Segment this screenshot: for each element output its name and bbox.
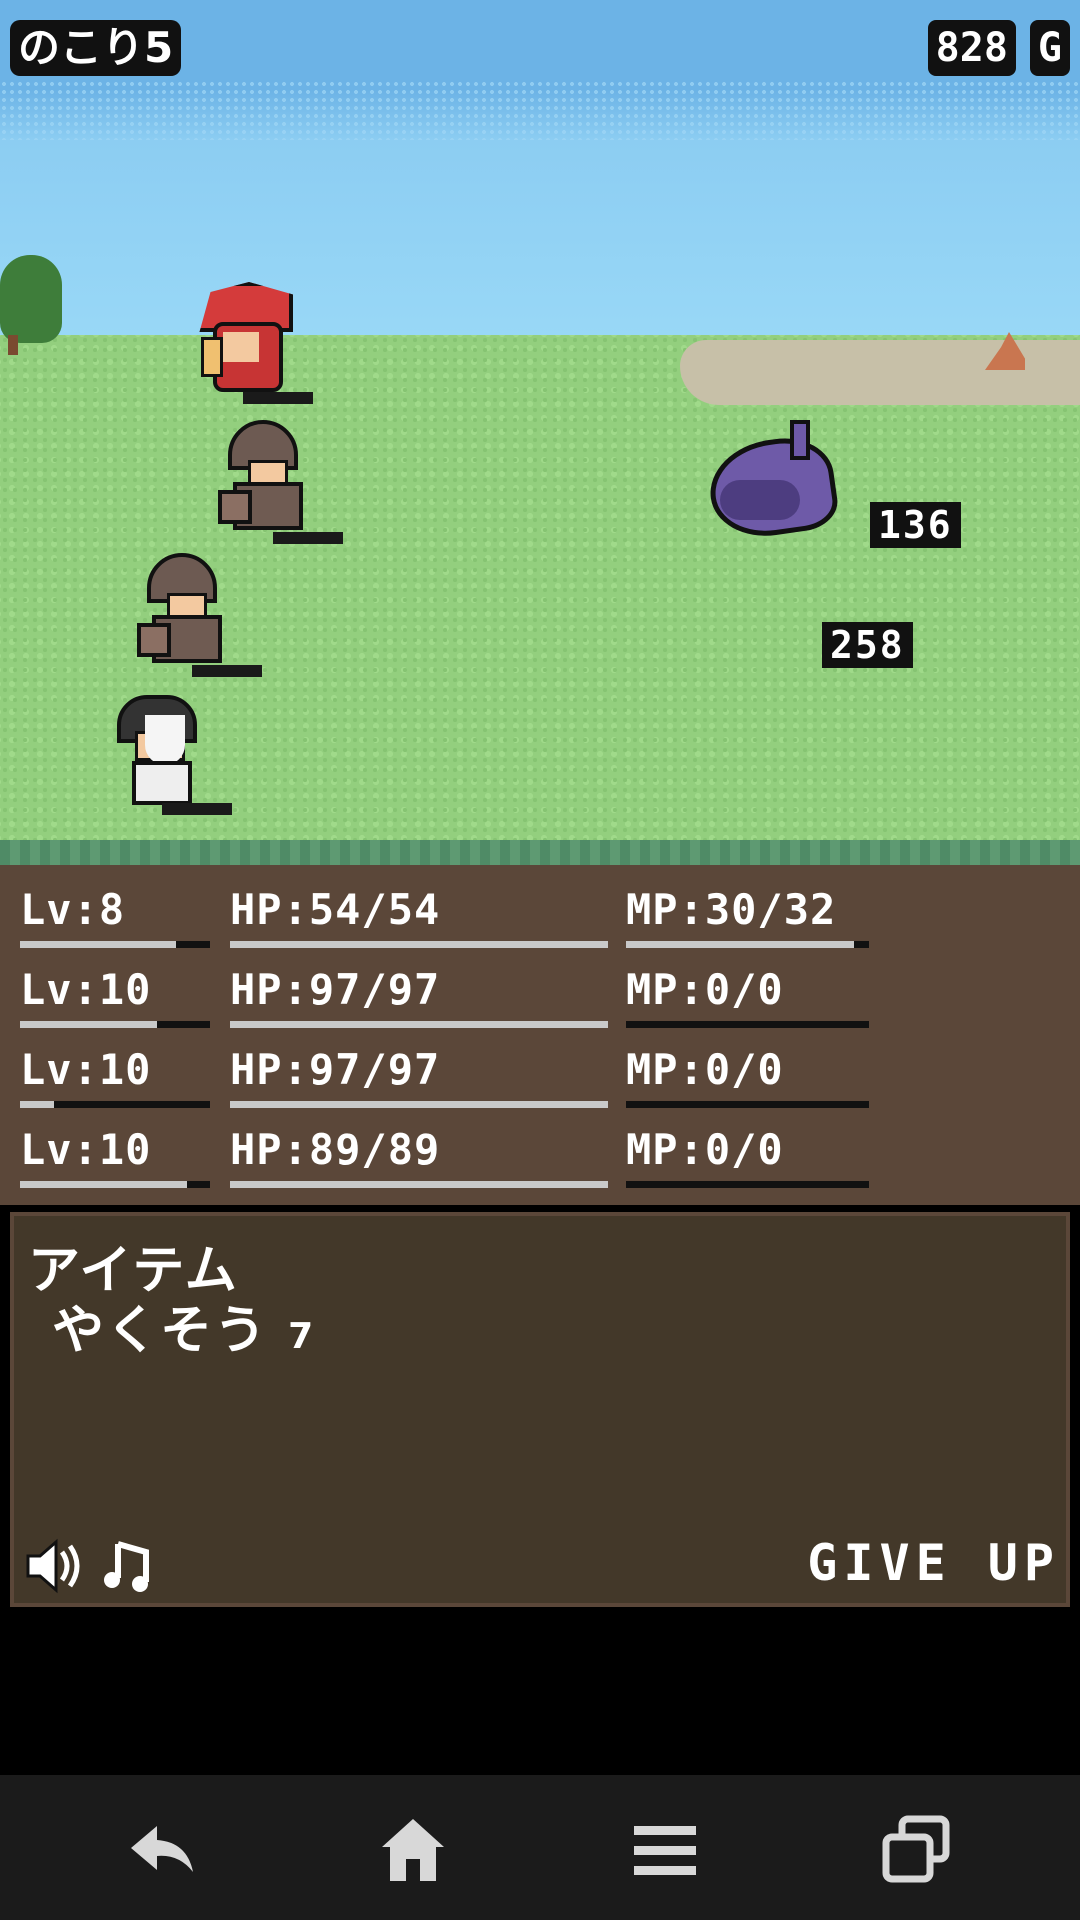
mp-text: MP:0/0 <box>626 1125 784 1174</box>
hp-bar <box>230 1101 608 1108</box>
mp-text: MP:0/0 <box>626 965 784 1014</box>
item-count: 7 <box>288 1316 316 1357</box>
exp-bar <box>20 1021 210 1028</box>
back-icon <box>131 1826 193 1872</box>
message-window[interactable]: アイテム やくそう 7 GIVE UP <box>10 1212 1070 1607</box>
hp-text: HP:89/89 <box>230 1125 441 1174</box>
warrior-sprite-2[interactable] <box>137 553 262 683</box>
gold-display: 828 G <box>927 20 1070 76</box>
dirt-path <box>680 340 1080 405</box>
hp-text: HP:54/54 <box>230 885 441 934</box>
mage-sprite[interactable] <box>183 282 313 412</box>
mp-text: MP:30/32 <box>626 885 837 934</box>
back-button[interactable] <box>122 1815 202 1885</box>
menu-button[interactable] <box>625 1815 705 1885</box>
tree <box>0 255 62 355</box>
party-status-panel: Lv:8 HP:54/54 MP:30/32 Lv:10 HP:97/97 MP… <box>0 865 1080 1205</box>
party-member-row[interactable]: Lv:10 HP:97/97 MP:0/0 <box>0 965 1080 1045</box>
grass-edge <box>0 840 1080 865</box>
mp-bar <box>626 941 869 948</box>
level-text: Lv:10 <box>20 965 152 1014</box>
home-button[interactable] <box>373 1815 453 1885</box>
level-text: Lv:10 <box>20 1125 152 1174</box>
damage-number: 258 <box>822 622 913 668</box>
item-name: やくそう <box>52 1301 269 1361</box>
warrior-sprite-1[interactable] <box>218 420 343 550</box>
battle-scene[interactable]: のこり5 828 G 136 258 <box>0 0 1080 865</box>
hp-text: HP:97/97 <box>230 965 441 1014</box>
mp-bar <box>626 1021 869 1028</box>
enemy-sprite[interactable] <box>703 420 860 550</box>
message-line-2: やくそう 7 <box>52 1288 315 1363</box>
game-screen: のこり5 828 G 136 258 Lv:8 HP:54/54 MP:30/3… <box>0 0 1080 1920</box>
level-text: Lv:8 <box>20 885 126 934</box>
level-text: Lv:10 <box>20 1045 152 1094</box>
party-member-row[interactable]: Lv:10 HP:89/89 MP:0/0 <box>0 1125 1080 1205</box>
exp-bar <box>20 1101 210 1108</box>
recent-apps-button[interactable] <box>877 1815 957 1885</box>
home-icon <box>382 1819 444 1881</box>
damage-number: 136 <box>870 502 961 548</box>
mp-text: MP:0/0 <box>626 1045 784 1094</box>
music-note-icon[interactable] <box>100 1536 160 1596</box>
mp-bar <box>626 1181 869 1188</box>
give-up-button[interactable]: GIVE UP <box>807 1534 1060 1592</box>
hp-bar <box>230 1181 608 1188</box>
sound-controls <box>24 1536 149 1596</box>
party-member-row[interactable]: Lv:10 HP:97/97 MP:0/0 <box>0 1045 1080 1125</box>
menu-icon <box>634 1826 696 1875</box>
gold-unit: G <box>1029 20 1070 76</box>
remaining-counter: のこり5 <box>10 20 182 76</box>
mp-bar <box>626 1101 869 1108</box>
monk-sprite[interactable] <box>117 695 232 825</box>
party-member-row[interactable]: Lv:8 HP:54/54 MP:30/32 <box>0 885 1080 965</box>
exp-bar <box>20 1181 210 1188</box>
exp-bar <box>20 941 210 948</box>
gold-value: 828 <box>927 20 1016 76</box>
hp-bar <box>230 941 608 948</box>
hp-bar <box>230 1021 608 1028</box>
sky-dither <box>0 80 1080 140</box>
system-navigation-bar <box>0 1775 1080 1920</box>
hp-text: HP:97/97 <box>230 1045 441 1094</box>
recent-apps-icon <box>882 1815 950 1883</box>
